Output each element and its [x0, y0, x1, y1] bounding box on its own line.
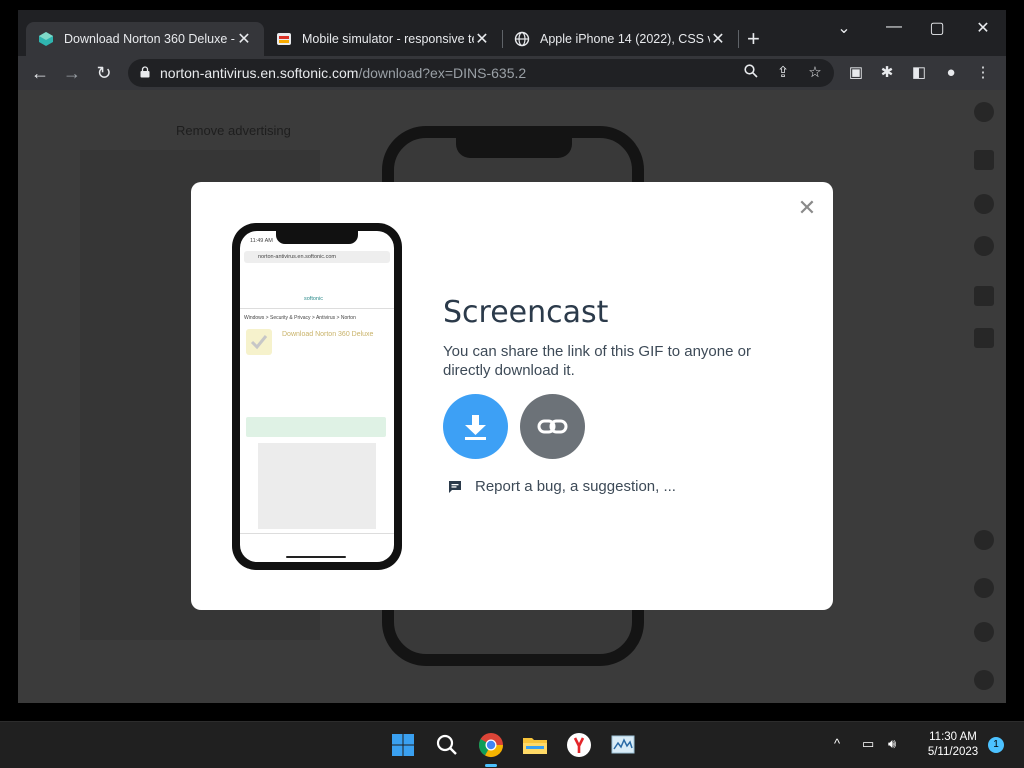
back-button[interactable]: ←: [29, 62, 51, 84]
monitor-app-taskbar-button[interactable]: [608, 730, 638, 760]
taskbar-clock[interactable]: 11:30 AM 5/11/2023: [914, 730, 992, 760]
forward-button[interactable]: →: [61, 62, 83, 84]
url-path: /download?ex=DINS-635.2: [358, 65, 527, 81]
preview-url: norton-antivirus.en.softonic.com: [258, 254, 336, 260]
yandex-taskbar-button[interactable]: [564, 730, 594, 760]
sidebar-settings-icon[interactable]: [974, 670, 994, 690]
lock-icon: [140, 66, 150, 78]
close-icon[interactable]: ✕: [795, 196, 819, 220]
yandex-icon: [567, 733, 591, 757]
preview-ad-box: [258, 443, 376, 529]
preview-notch: [276, 229, 358, 244]
globe-icon: [514, 31, 530, 47]
show-hidden-icons-button[interactable]: ^: [834, 736, 840, 751]
folder-icon: [523, 738, 547, 754]
windows-logo-icon: [392, 734, 414, 756]
preview-header: softonic: [240, 291, 394, 309]
preview-url-bar: norton-antivirus.en.softonic.com: [244, 251, 390, 263]
clock-time: 11:30 AM: [929, 731, 977, 743]
notification-badge[interactable]: 1: [988, 737, 1004, 753]
tab-strip: Download Norton 360 Deluxe - f ✕ Mobile …: [18, 10, 1006, 56]
new-tab-button[interactable]: +: [747, 26, 760, 52]
clock-date: 5/11/2023: [927, 746, 979, 758]
softonic-icon: [39, 32, 53, 46]
search-icon: [436, 734, 457, 755]
sidebar-add-icon[interactable]: [974, 194, 994, 214]
menu-kebab-icon[interactable]: ⋮: [974, 64, 992, 82]
volume-icon[interactable]: 🔊︎: [888, 736, 896, 752]
tab-iphone-css[interactable]: Apple iPhone 14 (2022), CSS vie ✕: [502, 22, 738, 56]
remove-advertising-link[interactable]: Remove advertising: [176, 123, 291, 138]
tab-mobile-simulator[interactable]: Mobile simulator - responsive te ✕: [264, 22, 502, 56]
link-icon: [537, 419, 568, 434]
preview-screen: 11:49 AM norton-antivirus.en.softonic.co…: [240, 231, 394, 562]
tab-close-icon[interactable]: ✕: [236, 29, 252, 49]
network-icon[interactable]: ▭: [862, 736, 874, 752]
copy-link-button[interactable]: [520, 394, 585, 459]
report-text: Report a bug, a suggestion, ...: [475, 478, 676, 495]
preview-breadcrumb: Windows > Security & Privacy > Antivirus…: [244, 315, 356, 321]
gif-preview: 11:49 AM norton-antivirus.en.softonic.co…: [232, 223, 402, 570]
sidebar-help-icon[interactable]: [974, 622, 994, 642]
performance-monitor-icon: [611, 735, 635, 754]
tab-norton[interactable]: Download Norton 360 Deluxe - f ✕: [26, 22, 264, 56]
search-icon[interactable]: [742, 64, 760, 82]
address-bar[interactable]: norton-antivirus.en.softonic.com/downloa…: [128, 59, 834, 87]
browser-toolbar: ← → ↻ norton-antivirus.en.softonic.com/d…: [18, 56, 1006, 90]
sidebar-video-icon[interactable]: [974, 328, 994, 348]
feedback-icon: [449, 480, 461, 493]
modal-description: You can share the link of this GIF to an…: [443, 343, 751, 379]
url-text: norton-antivirus.en.softonic.com/downloa…: [160, 65, 526, 81]
search-taskbar-button[interactable]: [432, 730, 462, 760]
windows-taskbar: ^ ▭ 🔊︎ 11:30 AM 5/11/2023 1: [0, 721, 1024, 768]
tab-close-icon[interactable]: ✕: [710, 29, 726, 49]
side-panel-icon[interactable]: ◧: [910, 64, 928, 82]
maximize-button[interactable]: ▢: [925, 18, 949, 38]
phone-notch: [456, 136, 572, 158]
profile-icon[interactable]: ●: [942, 64, 960, 82]
preview-logo: softonic: [304, 296, 323, 302]
file-explorer-taskbar-button[interactable]: [520, 730, 550, 760]
minimize-button[interactable]: —: [882, 18, 906, 36]
share-icon[interactable]: ⇪: [774, 64, 792, 82]
download-icon: [465, 415, 486, 440]
tab-separator: [738, 30, 739, 48]
close-window-button[interactable]: ✕: [971, 18, 995, 38]
extensions-puzzle-icon[interactable]: ✱: [878, 64, 896, 82]
preview-home-indicator: [286, 556, 346, 558]
url-domain: norton-antivirus.en.softonic.com: [160, 65, 359, 81]
preview-check-icon: [246, 329, 272, 355]
tab-search-icon[interactable]: ⌄: [832, 18, 856, 38]
extension-screencast-icon[interactable]: ▣: [847, 64, 865, 82]
tab-title: Mobile simulator - responsive te: [302, 32, 474, 46]
chrome-icon: [478, 733, 503, 758]
preview-time: 11:49 AM: [250, 238, 273, 244]
sidebar-camera-icon[interactable]: [974, 286, 994, 306]
preview-product-title: Download Norton 360 Deluxe: [282, 331, 374, 338]
sidebar-rotate-icon[interactable]: [974, 236, 994, 256]
bookmark-star-icon[interactable]: ☆: [806, 64, 824, 82]
reload-button[interactable]: ↻: [93, 62, 115, 84]
chrome-taskbar-button[interactable]: [476, 730, 506, 767]
tab-close-icon[interactable]: ✕: [474, 29, 490, 49]
preview-download-bar: [246, 417, 386, 437]
screencast-modal: ✕ 11:49 AM norton-antivirus.en.softonic.…: [191, 182, 833, 610]
sidebar-close-icon[interactable]: [974, 102, 994, 122]
mobile-simulator-icon: [277, 33, 291, 45]
sidebar-dark-mode-icon[interactable]: [974, 530, 994, 550]
download-button[interactable]: [443, 394, 508, 459]
start-button[interactable]: [388, 730, 418, 760]
tab-title: Download Norton 360 Deluxe - f: [64, 32, 236, 46]
modal-title: Screencast: [443, 295, 609, 330]
tab-title: Apple iPhone 14 (2022), CSS vie: [540, 32, 710, 46]
report-bug-link[interactable]: Report a bug, a suggestion, ...: [447, 478, 676, 495]
sidebar-device-icon[interactable]: [974, 150, 994, 170]
sidebar-share-icon[interactable]: [974, 578, 994, 598]
